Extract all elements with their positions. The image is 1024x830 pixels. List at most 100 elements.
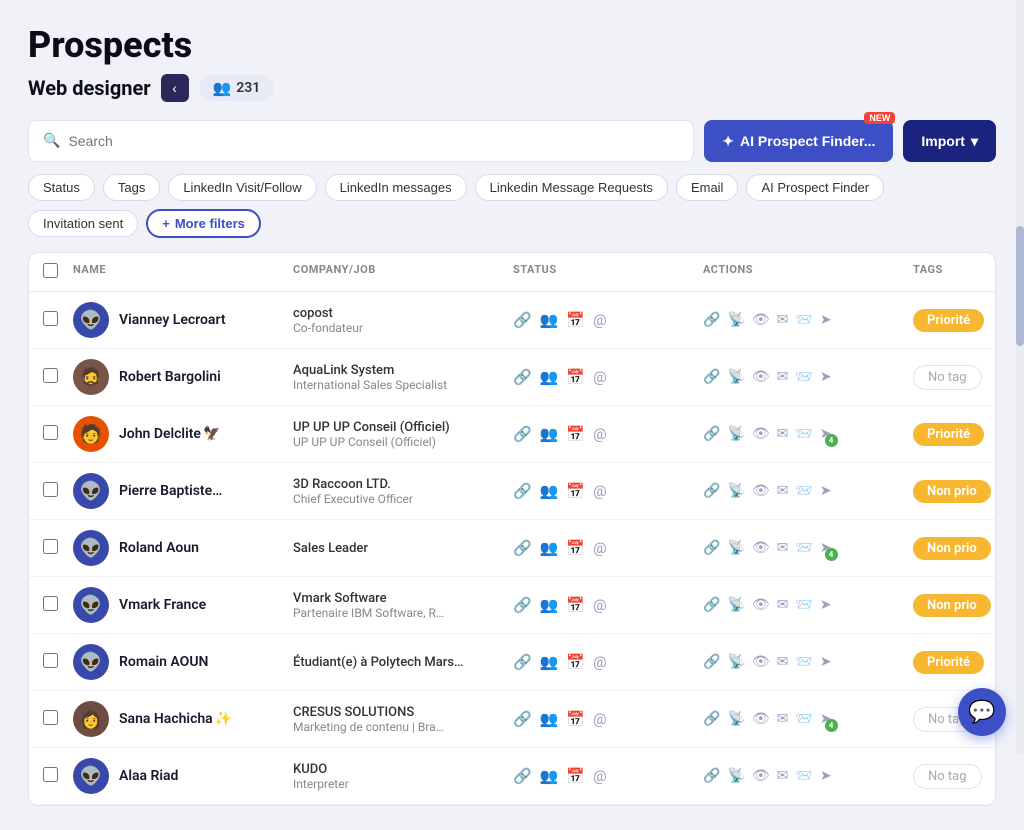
import-button[interactable]: Import ▾ [903, 120, 996, 162]
link-action-icon[interactable]: 🔗 [703, 540, 720, 556]
calendar-status-icon[interactable]: 📅 [566, 539, 585, 557]
filter-linkedin-messages[interactable]: LinkedIn messages [325, 174, 467, 201]
group-status-icon[interactable]: 👥 [540, 539, 559, 557]
filter-linkedin-message-requests[interactable]: Linkedin Message Requests [475, 174, 668, 201]
inbox-action-icon[interactable]: 📨 [795, 369, 812, 385]
group-status-icon[interactable]: 👥 [540, 767, 559, 785]
link-status-icon[interactable]: 🔗 [513, 653, 532, 671]
eye-action-icon[interactable]: 👁 [752, 483, 770, 499]
inbox-action-icon[interactable]: 📨 [795, 711, 812, 727]
group-status-icon[interactable]: 👥 [540, 710, 559, 728]
email-status-icon[interactable]: @ [593, 482, 606, 500]
eye-action-icon[interactable]: 👁 [752, 369, 770, 385]
eye-action-icon[interactable]: 👁 [752, 426, 770, 442]
send-action-icon[interactable]: ➤ [820, 597, 832, 613]
eye-action-icon[interactable]: 👁 [752, 312, 770, 328]
inbox-action-icon[interactable]: 📨 [795, 768, 812, 784]
row-checkbox[interactable] [43, 311, 58, 326]
row-checkbox[interactable] [43, 425, 58, 440]
calendar-status-icon[interactable]: 📅 [566, 482, 585, 500]
calendar-status-icon[interactable]: 📅 [566, 653, 585, 671]
group-status-icon[interactable]: 👥 [540, 425, 559, 443]
filter-linkedin-visit[interactable]: LinkedIn Visit/Follow [168, 174, 316, 201]
row-checkbox[interactable] [43, 539, 58, 554]
mail-action-icon[interactable]: ✉ [777, 312, 789, 328]
back-button[interactable]: ‹ [161, 74, 189, 102]
tag-badge[interactable]: Non prio [913, 537, 991, 560]
rss-action-icon[interactable]: 📡 [727, 312, 744, 328]
row-checkbox-cell[interactable] [43, 368, 73, 387]
filter-email[interactable]: Email [676, 174, 739, 201]
link-status-icon[interactable]: 🔗 [513, 425, 532, 443]
email-status-icon[interactable]: @ [593, 311, 606, 329]
rss-action-icon[interactable]: 📡 [727, 711, 744, 727]
rss-action-icon[interactable]: 📡 [727, 597, 744, 613]
tag-badge[interactable]: No tag [913, 365, 982, 390]
rss-action-icon[interactable]: 📡 [727, 426, 744, 442]
link-status-icon[interactable]: 🔗 [513, 767, 532, 785]
eye-action-icon[interactable]: 👁 [752, 768, 770, 784]
calendar-status-icon[interactable]: 📅 [566, 596, 585, 614]
email-status-icon[interactable]: @ [593, 539, 606, 557]
row-checkbox-cell[interactable] [43, 767, 73, 786]
group-status-icon[interactable]: 👥 [540, 653, 559, 671]
mail-action-icon[interactable]: ✉ [777, 369, 789, 385]
link-action-icon[interactable]: 🔗 [703, 654, 720, 670]
eye-action-icon[interactable]: 👁 [752, 654, 770, 670]
group-status-icon[interactable]: 👥 [540, 368, 559, 386]
row-checkbox-cell[interactable] [43, 596, 73, 615]
email-status-icon[interactable]: @ [593, 368, 606, 386]
send-action-icon[interactable]: ➤ [820, 483, 832, 499]
send-action-icon[interactable]: ➤ [820, 768, 832, 784]
row-checkbox-cell[interactable] [43, 311, 73, 330]
send-action-icon[interactable]: ➤ [820, 369, 832, 385]
mail-action-icon[interactable]: ✉ [777, 711, 789, 727]
tag-badge[interactable]: Priorité [913, 651, 984, 674]
row-checkbox[interactable] [43, 368, 58, 383]
inbox-action-icon[interactable]: 📨 [795, 540, 812, 556]
inbox-action-icon[interactable]: 📨 [795, 312, 812, 328]
eye-action-icon[interactable]: 👁 [752, 540, 770, 556]
filter-ai-prospect[interactable]: AI Prospect Finder [746, 174, 884, 201]
col-select-all[interactable] [43, 263, 73, 281]
calendar-status-icon[interactable]: 📅 [566, 425, 585, 443]
email-status-icon[interactable]: @ [593, 653, 606, 671]
row-checkbox-cell[interactable] [43, 653, 73, 672]
row-checkbox[interactable] [43, 653, 58, 668]
mail-action-icon[interactable]: ✉ [777, 426, 789, 442]
rss-action-icon[interactable]: 📡 [727, 369, 744, 385]
ai-prospect-finder-button[interactable]: ✦ AI Prospect Finder... NEW [704, 120, 893, 162]
inbox-action-icon[interactable]: 📨 [795, 483, 812, 499]
link-action-icon[interactable]: 🔗 [703, 369, 720, 385]
mail-action-icon[interactable]: ✉ [777, 597, 789, 613]
calendar-status-icon[interactable]: 📅 [566, 368, 585, 386]
rss-action-icon[interactable]: 📡 [727, 654, 744, 670]
mail-action-icon[interactable]: ✉ [777, 654, 789, 670]
tag-badge[interactable]: No tag [913, 764, 982, 789]
row-checkbox[interactable] [43, 482, 58, 497]
row-checkbox-cell[interactable] [43, 539, 73, 558]
email-status-icon[interactable]: @ [593, 767, 606, 785]
link-action-icon[interactable]: 🔗 [703, 312, 720, 328]
email-status-icon[interactable]: @ [593, 710, 606, 728]
link-status-icon[interactable]: 🔗 [513, 710, 532, 728]
link-status-icon[interactable]: 🔗 [513, 482, 532, 500]
link-action-icon[interactable]: 🔗 [703, 597, 720, 613]
group-status-icon[interactable]: 👥 [540, 482, 559, 500]
calendar-status-icon[interactable]: 📅 [566, 710, 585, 728]
scrollbar-thumb[interactable] [1016, 226, 1024, 346]
send-action-icon[interactable]: ➤ [820, 654, 832, 670]
row-checkbox-cell[interactable] [43, 482, 73, 501]
filter-status[interactable]: Status [28, 174, 95, 201]
mail-action-icon[interactable]: ✉ [777, 540, 789, 556]
calendar-status-icon[interactable]: 📅 [566, 311, 585, 329]
link-status-icon[interactable]: 🔗 [513, 368, 532, 386]
rss-action-icon[interactable]: 📡 [727, 540, 744, 556]
chat-fab-button[interactable]: 💬 [958, 688, 1006, 736]
inbox-action-icon[interactable]: 📨 [795, 597, 812, 613]
inbox-action-icon[interactable]: 📨 [795, 426, 812, 442]
link-status-icon[interactable]: 🔗 [513, 596, 532, 614]
mail-action-icon[interactable]: ✉ [777, 483, 789, 499]
tag-badge[interactable]: Non prio [913, 594, 991, 617]
tag-badge[interactable]: Non prio [913, 480, 991, 503]
